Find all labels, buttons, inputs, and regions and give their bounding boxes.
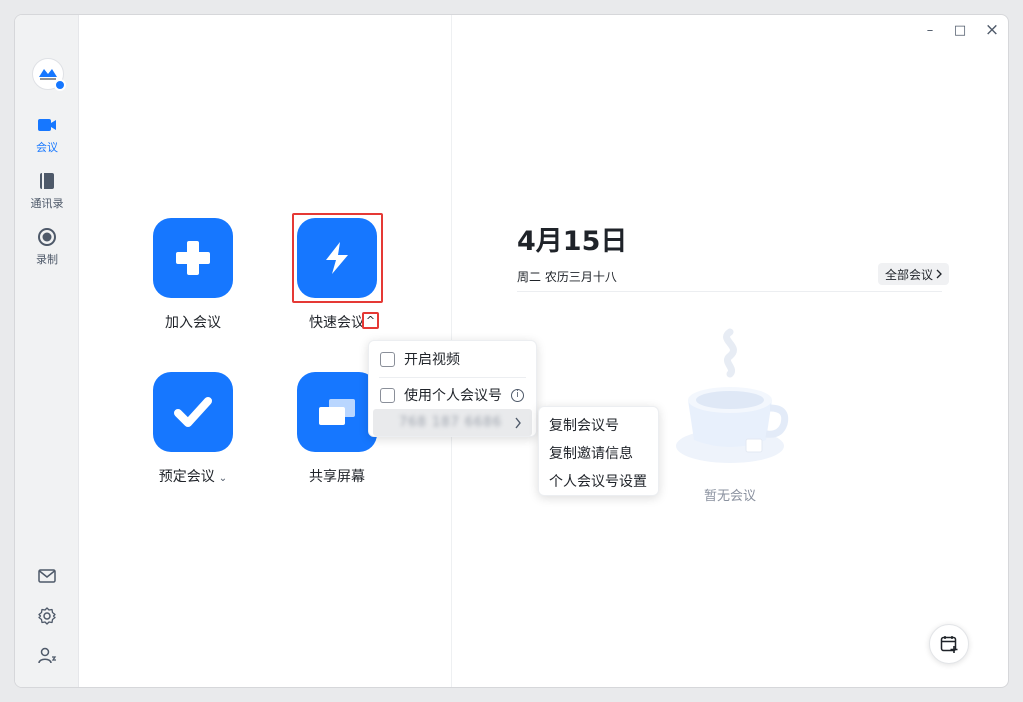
check-icon <box>174 397 212 427</box>
quick-meeting-label: 快速会议 <box>309 315 365 331</box>
empty-coffee-cup-icon <box>676 328 789 463</box>
schedule-meeting-label: 预定会议 <box>158 469 215 485</box>
personal-meeting-id: 768 187 6686 <box>399 415 502 430</box>
calendar-add-icon <box>940 636 958 653</box>
empty-meetings-text: 暂无会议 <box>703 489 756 504</box>
sidebar-item-label: 录制 <box>36 253 58 266</box>
video-camera-icon <box>38 119 56 131</box>
use-personal-id-checkbox[interactable] <box>380 387 395 403</box>
chevron-down-icon[interactable]: ⌄ <box>219 473 227 484</box>
info-icon[interactable]: i <box>511 388 524 402</box>
close-icon: × <box>984 20 1000 40</box>
enable-video-label: 开启视频 <box>404 352 460 368</box>
join-meeting-button[interactable]: 加入会议 <box>133 218 253 332</box>
all-meetings-label: 全部会议 <box>885 267 934 282</box>
sidebar: 会议 通讯录 录制 <box>15 15 79 687</box>
use-personal-id-option[interactable]: 使用个人会议号 i <box>369 381 536 409</box>
mail-icon[interactable] <box>37 566 57 586</box>
copy-meeting-id-item[interactable]: 复制会议号 <box>539 411 658 439</box>
record-icon <box>38 228 56 246</box>
sidebar-item-meetings[interactable]: 会议 <box>15 115 79 155</box>
quick-meeting-options-menu: 开启视频 使用个人会议号 i 768 187 6686 <box>368 340 537 437</box>
avatar[interactable] <box>32 58 66 91</box>
header-divider <box>517 291 942 292</box>
quick-meeting-highlight-box <box>292 213 383 303</box>
quick-meeting-options-toggle[interactable]: ^ <box>362 312 379 329</box>
personal-id-settings-item[interactable]: 个人会议号设置 <box>539 467 658 495</box>
account-badge <box>54 79 66 91</box>
enable-video-checkbox[interactable] <box>380 351 395 367</box>
share-screen-tile[interactable] <box>297 372 377 452</box>
close-button[interactable]: × <box>981 19 1003 41</box>
app-window: 会议 通讯录 录制 – □ × 加入会议 快速会议 ^ 预定会议 ⌄ 共享屏幕 … <box>14 14 1009 688</box>
minimize-icon: – <box>926 22 934 38</box>
join-meeting-tile[interactable] <box>153 218 233 298</box>
use-personal-id-label: 使用个人会议号 <box>404 388 502 404</box>
schedule-meeting-tile[interactable] <box>153 372 233 452</box>
sidebar-item-label: 通讯录 <box>30 197 64 210</box>
info-glyph: i <box>516 390 519 400</box>
menu-divider <box>379 377 526 378</box>
sidebar-item-contacts[interactable]: 通讯录 <box>15 171 79 211</box>
personal-id-submenu: 复制会议号 复制邀请信息 个人会议号设置 <box>538 406 659 496</box>
contacts-book-icon <box>40 173 54 189</box>
sidebar-item-label: 会议 <box>36 141 58 154</box>
settings-gear-icon[interactable] <box>37 606 57 626</box>
join-meeting-label: 加入会议 <box>165 315 221 331</box>
user-switch-icon[interactable] <box>37 646 57 666</box>
personal-id-settings-label: 个人会议号设置 <box>549 474 647 490</box>
current-date: 4月15日 <box>517 226 628 257</box>
chevron-up-icon: ^ <box>365 314 376 327</box>
chevron-right-icon <box>515 417 521 428</box>
chevron-right-icon <box>936 269 942 279</box>
minimize-button[interactable]: – <box>919 19 941 41</box>
all-meetings-button[interactable]: 全部会议 <box>878 263 950 285</box>
copy-invite-info-label: 复制邀请信息 <box>549 446 633 462</box>
share-screen-icon <box>319 399 355 425</box>
maximize-button[interactable]: □ <box>949 19 971 41</box>
sidebar-item-recordings[interactable]: 录制 <box>15 227 79 267</box>
enable-video-option[interactable]: 开启视频 <box>369 345 536 373</box>
personal-id-row[interactable]: 768 187 6686 <box>373 409 532 436</box>
maximize-icon: □ <box>953 22 967 38</box>
copy-meeting-id-label: 复制会议号 <box>549 418 619 434</box>
copy-invite-info-item[interactable]: 复制邀请信息 <box>539 439 658 467</box>
plus-icon <box>176 241 210 275</box>
lunar-date: 周二 农历三月十八 <box>517 270 617 284</box>
share-screen-label: 共享屏幕 <box>309 469 365 485</box>
schedule-meeting-button[interactable]: 预定会议 ⌄ <box>133 372 253 486</box>
add-schedule-button[interactable] <box>929 624 969 664</box>
